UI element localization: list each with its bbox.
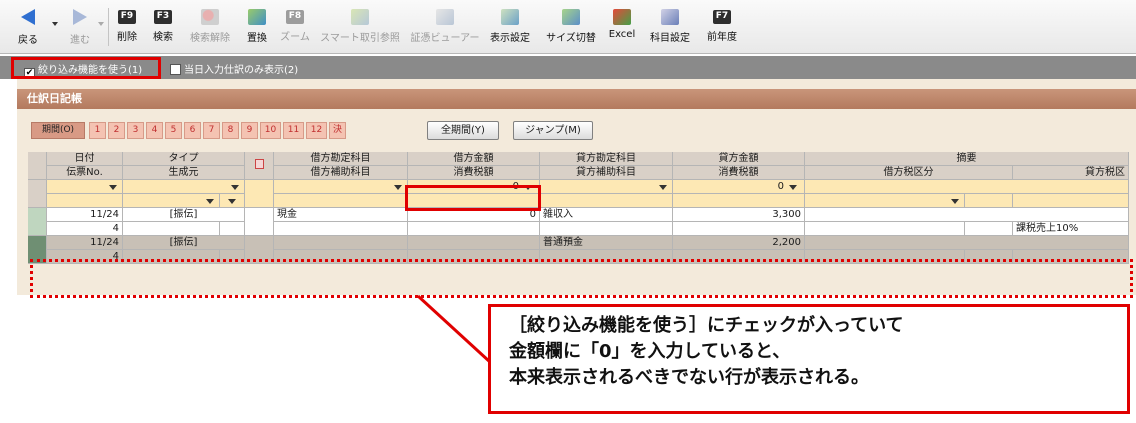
callout-line-1: ［絞り込み機能を使う］にチェックが入っていて: [509, 315, 904, 336]
callout-box: ［絞り込み機能を使う］にチェックが入っていて 金額欄に「0」を入力していると、 …: [488, 304, 1130, 414]
callout-pointer-line: [416, 294, 492, 364]
callout-line-3: 本来表示されるべきでない行が表示される。: [509, 367, 869, 388]
callout-line-2: 金額欄に「0」を入力していると、: [509, 341, 791, 362]
